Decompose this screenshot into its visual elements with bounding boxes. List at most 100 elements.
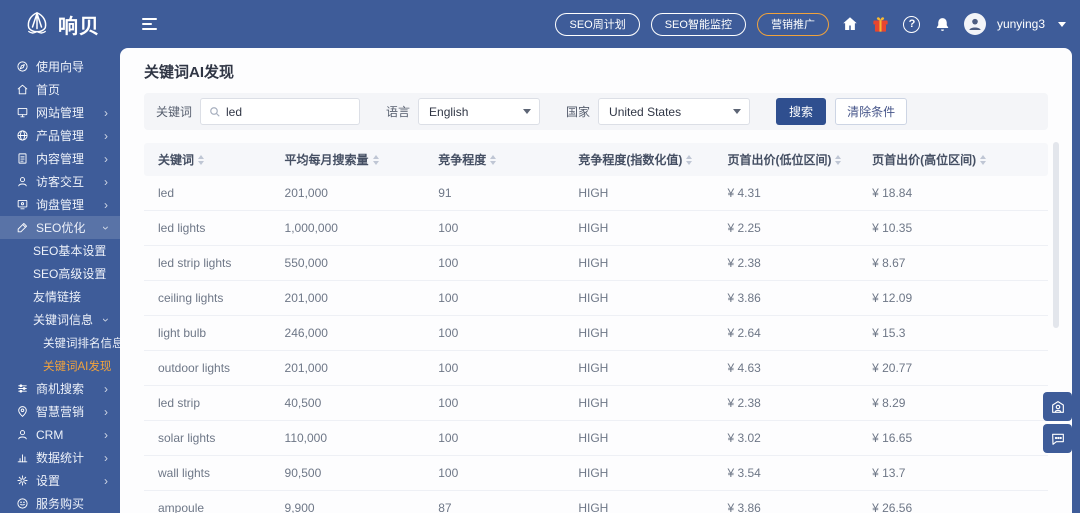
column-header-0[interactable]: 关键词 (144, 151, 271, 168)
sidebar-item-label: SEO优化 (36, 219, 85, 236)
help-icon[interactable]: ? (902, 14, 922, 34)
sidebar-item-home[interactable]: 首页 (0, 78, 120, 101)
table-cell: 550,000 (271, 256, 425, 270)
sidebar-item-label: 数据统计 (36, 449, 84, 466)
table-cell: 100 (424, 466, 564, 480)
chevron-right-icon: › (104, 153, 108, 165)
marketing-promo-button[interactable]: 营销推广 (757, 13, 829, 36)
table-row: solar lights110,000100HIGH¥ 3.02¥ 16.65 (144, 421, 1048, 456)
sidebar-item-label: 商机搜索 (36, 380, 84, 397)
home-icon (16, 83, 29, 96)
sort-arrows-icon (835, 155, 841, 165)
table-cell: HIGH (564, 361, 713, 375)
table-cell: HIGH (564, 501, 713, 513)
sidebar-item-label: SEO基本设置 (33, 242, 106, 259)
sidebar-item-guide[interactable]: 使用向导 (0, 55, 120, 78)
user-menu-caret-icon[interactable] (1058, 22, 1066, 27)
sidebar-item-website-mgmt[interactable]: 网站管理› (0, 101, 120, 124)
column-header-3[interactable]: 竞争程度(指数化值) (564, 151, 713, 168)
sidebar-item-keyword-info[interactable]: 关键词信息› (0, 308, 120, 331)
sidebar-item-keyword-ai[interactable]: 关键词AI发现 (0, 354, 120, 377)
sidebar-item-biz-search[interactable]: 商机搜索› (0, 377, 120, 400)
sidebar-item-label: 友情链接 (33, 288, 81, 305)
username[interactable]: yunying3 (997, 17, 1045, 31)
gift-icon[interactable] (871, 14, 891, 34)
table-cell: ¥ 4.63 (713, 361, 858, 375)
sidebar-item-label: 服务购买 (36, 495, 84, 512)
sidebar-collapse-icon[interactable] (142, 18, 157, 30)
sidebar-item-friend-links[interactable]: 友情链接 (0, 285, 120, 308)
chat-button[interactable] (1043, 424, 1072, 453)
sidebar-item-visitor-interact[interactable]: 访客交互› (0, 170, 120, 193)
keywords-table: 关键词平均每月搜索量竞争程度 竞争程度(指数化值) 页首出价(低位区间)页首出价(高… (144, 143, 1048, 513)
column-header-4[interactable]: 页首出价(低位区间) (713, 151, 858, 168)
sidebar-item-inquiry-mgmt[interactable]: 询盘管理› (0, 193, 120, 216)
column-header-label: 竞争程度 (438, 151, 486, 168)
table-cell: ¥ 2.64 (713, 326, 858, 340)
keyword-input-field[interactable] (226, 105, 351, 119)
table-scrollbar[interactable] (1053, 142, 1059, 328)
table-cell: led (144, 186, 271, 200)
product-icon (16, 129, 29, 142)
table-row: ceiling lights201,000100HIGH¥ 3.86¥ 12.0… (144, 281, 1048, 316)
table-row: ampoule9,90087HIGH¥ 3.86¥ 26.56 (144, 491, 1048, 513)
sidebar-item-seo-advanced[interactable]: SEO高级设置 (0, 262, 120, 285)
chevron-right-icon: › (104, 199, 108, 211)
user-avatar[interactable] (964, 13, 986, 35)
sidebar-item-service-buy[interactable]: 服务购买 (0, 492, 120, 513)
sidebar-item-label: 关键词AI发现 (43, 358, 111, 374)
filter-bar: 关键词 语言 English 国家 United States 搜索 清除条件 (144, 93, 1048, 130)
sidebar-item-smart-marketing[interactable]: 智慧营销› (0, 400, 120, 423)
keyword-search-input[interactable] (200, 98, 360, 125)
table-row: outdoor lights201,000100HIGH¥ 4.63¥ 20.7… (144, 351, 1048, 386)
stats-icon (16, 451, 29, 464)
sidebar-item-product-mgmt[interactable]: 产品管理› (0, 124, 120, 147)
customer-service-icon (1050, 399, 1066, 415)
table-cell: 100 (424, 396, 564, 410)
bell-icon[interactable] (933, 14, 953, 34)
sidebar-item-label: 内容管理 (36, 150, 84, 167)
seo-weekly-plan-button[interactable]: SEO周计划 (555, 13, 639, 36)
clear-filters-button[interactable]: 清除条件 (835, 98, 907, 125)
table-cell: ¥ 10.35 (858, 221, 1048, 235)
seo-smart-monitor-button[interactable]: SEO智能监控 (651, 13, 746, 36)
table-cell: solar lights (144, 431, 271, 445)
sidebar-item-settings[interactable]: 设置› (0, 469, 120, 492)
customer-service-button[interactable] (1043, 392, 1072, 421)
table-cell: ¥ 3.02 (713, 431, 858, 445)
column-header-1[interactable]: 平均每月搜索量 (271, 151, 425, 168)
table-cell: ¥ 2.38 (713, 396, 858, 410)
table-cell: HIGH (564, 396, 713, 410)
sidebar-item-data-stats[interactable]: 数据统计› (0, 446, 120, 469)
country-select[interactable]: United States (598, 98, 750, 125)
sidebar-item-seo-optimize[interactable]: SEO优化› (0, 216, 120, 239)
home-icon[interactable] (840, 14, 860, 34)
search-button[interactable]: 搜索 (776, 98, 826, 125)
sidebar-item-keyword-rank[interactable]: 关键词排名信息 (0, 331, 120, 354)
chevron-right-icon: › (104, 176, 108, 188)
crm-icon (16, 428, 29, 441)
sidebar-item-content-mgmt[interactable]: 内容管理 › (0, 147, 120, 170)
column-header-5[interactable]: 页首出价(高位区间) (858, 151, 1048, 168)
table-cell: HIGH (564, 291, 713, 305)
column-header-2[interactable]: 竞争程度 (424, 151, 564, 168)
sidebar-item-label: 使用向导 (36, 58, 84, 75)
keyword-label: 关键词 (156, 103, 192, 120)
table-row: led strip lights550,000100HIGH¥ 2.38¥ 8.… (144, 246, 1048, 281)
language-select[interactable]: English (418, 98, 540, 125)
table-cell: ¥ 8.29 (858, 396, 1048, 410)
sidebar-item-seo-basic[interactable]: SEO基本设置 (0, 239, 120, 262)
table-cell: HIGH (564, 186, 713, 200)
sort-arrows-icon (373, 155, 379, 165)
chat-dots-icon (1050, 431, 1066, 447)
seo-icon (16, 221, 29, 234)
chevron-right-icon: › (104, 429, 108, 441)
sidebar-item-label: CRM (36, 428, 63, 442)
chevron-down-icon (523, 109, 531, 114)
chevron-right-icon: › (104, 107, 108, 119)
table-cell: 100 (424, 291, 564, 305)
top-header: 响贝 SEO周计划 SEO智能监控 营销推广 ? yunying3 (0, 0, 1080, 48)
sidebar-item-crm[interactable]: CRM › (0, 423, 120, 446)
floating-buttons (1043, 392, 1072, 453)
column-header-label: 竞争程度(指数化值) (578, 151, 682, 168)
